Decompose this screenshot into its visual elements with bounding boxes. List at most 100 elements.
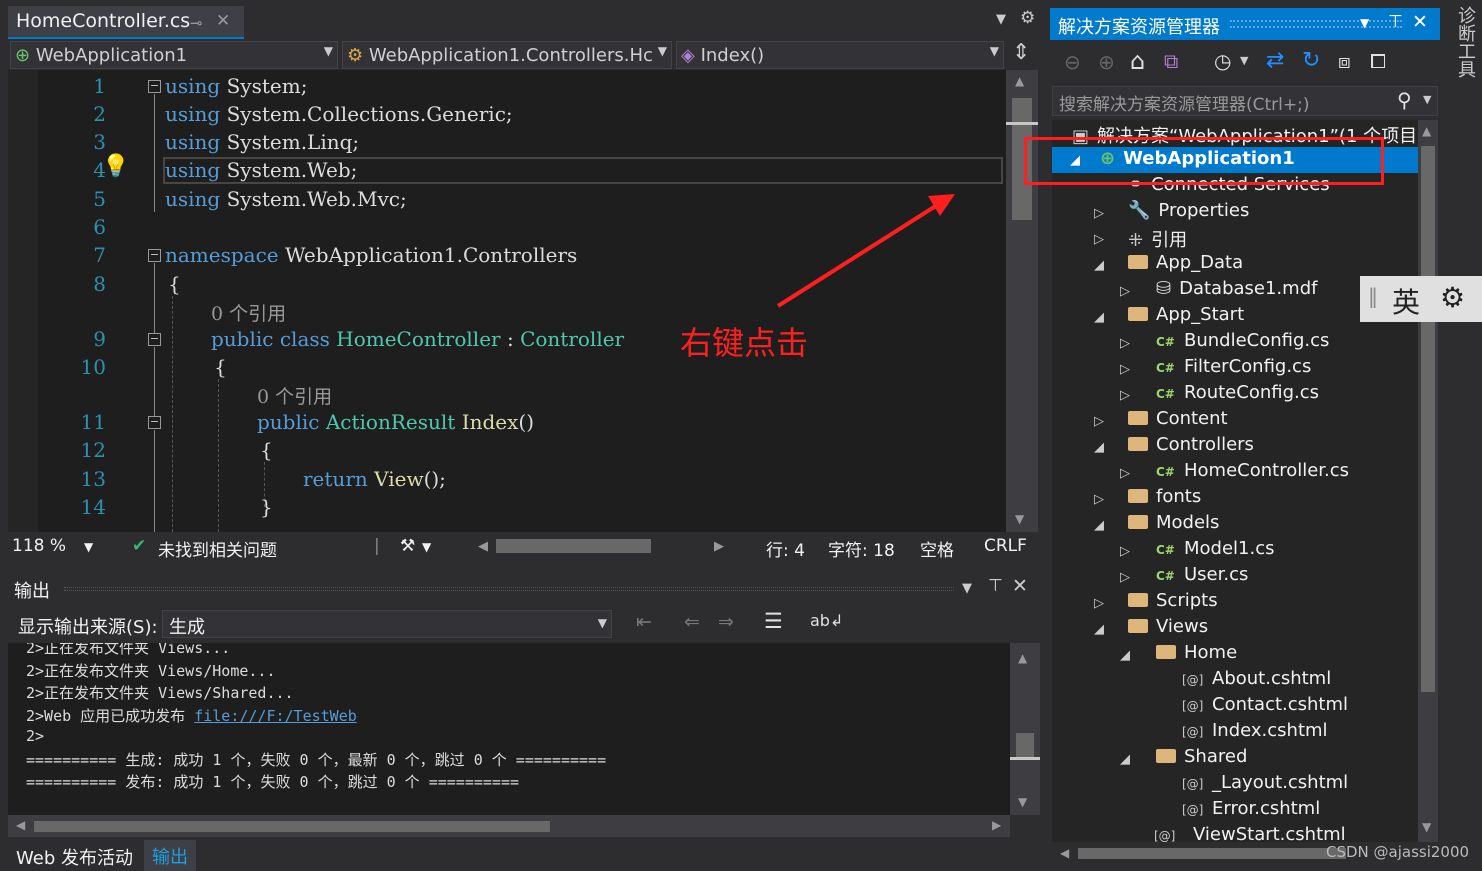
panel-dropdown-icon[interactable]: ▼: [962, 581, 972, 596]
issues-status[interactable]: 未找到相关问题: [158, 536, 277, 561]
split-editor-icon[interactable]: ⇕: [1012, 40, 1030, 65]
tree-references[interactable]: ⁜ 引用: [1128, 226, 1187, 252]
search-icon[interactable]: ⚲: [1397, 88, 1412, 112]
scrollbar-thumb[interactable]: [1078, 848, 1346, 859]
chevron-down-icon[interactable]: ▼: [1423, 93, 1431, 106]
collapsed-arrow-icon[interactable]: ▷: [1094, 596, 1104, 611]
solution-tree[interactable]: ▣ 解决方案“WebApplication1”(1 个项目 ◢ ⊕ WebAppli…: [1052, 120, 1418, 842]
settings-icon[interactable]: ⚙: [1020, 8, 1035, 28]
zoom-level[interactable]: 118 %: [12, 536, 66, 556]
pin-icon[interactable]: ⊸: [190, 14, 203, 32]
scroll-left-icon[interactable]: ◀: [16, 818, 25, 832]
goto-error-icon[interactable]: ⇤: [636, 611, 652, 633]
collapsed-arrow-icon[interactable]: ▷: [1094, 206, 1104, 221]
solution-vertical-scrollbar[interactable]: ▲ ▼: [1418, 120, 1438, 842]
scroll-right-icon[interactable]: ▶: [714, 539, 724, 554]
cleanup-brush-icon[interactable]: ⚒: [400, 536, 415, 556]
tree-routeconfig[interactable]: C# RouteConfig.cs: [1156, 382, 1319, 408]
pin-icon[interactable]: ⊤: [1388, 12, 1403, 32]
collapse-icon[interactable]: −: [148, 416, 161, 429]
collapsed-arrow-icon[interactable]: ▷: [1120, 466, 1130, 481]
member-dropdown[interactable]: ◈ Index() ▼: [676, 41, 1004, 69]
class-dropdown[interactable]: ⚙ WebApplication1.Controllers.Hc ▼: [342, 41, 672, 69]
scroll-up-icon[interactable]: ▲: [1015, 74, 1024, 88]
tree-controllers[interactable]: Controllers: [1128, 434, 1254, 460]
forward-icon[interactable]: ⊕: [1098, 50, 1115, 74]
scroll-down-icon[interactable]: ▼: [1018, 795, 1027, 809]
expanded-arrow-icon[interactable]: ◢: [1094, 310, 1104, 325]
tree-index[interactable]: [@] Index.cshtml: [1182, 720, 1328, 746]
scrollbar-thumb[interactable]: [1016, 733, 1034, 759]
word-wrap-icon[interactable]: ab↲: [810, 611, 843, 630]
line-indicator[interactable]: 行: 4: [766, 536, 805, 561]
reference-count[interactable]: 0 个引用: [257, 382, 332, 409]
tree-models[interactable]: Models: [1128, 512, 1219, 538]
indent-indicator[interactable]: 空格: [920, 536, 954, 561]
collapsed-arrow-icon[interactable]: ▷: [1120, 388, 1130, 403]
tree-scripts[interactable]: Scripts: [1128, 590, 1218, 616]
tree-properties[interactable]: 🔧 Properties: [1128, 200, 1249, 226]
tree-filterconfig[interactable]: C# FilterConfig.cs: [1156, 356, 1311, 382]
switch-views-icon[interactable]: ⧉: [1164, 49, 1178, 73]
refresh-icon[interactable]: ↻: [1302, 48, 1320, 73]
tree-viewstart[interactable]: [@] _ViewStart.cshtml: [1154, 824, 1346, 842]
pending-changes-icon[interactable]: ◷: [1214, 49, 1231, 73]
tree-app-data[interactable]: App_Data: [1128, 252, 1243, 278]
tree-views[interactable]: Views: [1128, 616, 1208, 642]
collapsed-arrow-icon[interactable]: ▷: [1120, 544, 1130, 559]
tree-views-shared[interactable]: Shared: [1156, 746, 1247, 772]
char-indicator[interactable]: 字符: 18: [828, 536, 895, 561]
collapsed-arrow-icon[interactable]: ▷: [1120, 362, 1130, 377]
solution-search-input[interactable]: 搜索解决方案资源管理器(Ctrl+;) ⚲ ▼: [1052, 86, 1438, 116]
output-text-area[interactable]: 2>正在发布文件夹 Views... 2>正在发布文件夹 Views/Home.…: [8, 643, 1010, 815]
expanded-arrow-icon[interactable]: ◢: [1094, 518, 1104, 533]
scroll-down-icon[interactable]: ▼: [1422, 820, 1431, 834]
tree-database1[interactable]: ⛁ Database1.mdf: [1156, 278, 1317, 304]
tab-web-publish[interactable]: Web 发布活动: [16, 844, 133, 870]
scrollbar-thumb[interactable]: [34, 821, 550, 832]
tree-homecontroller[interactable]: C# HomeController.cs: [1156, 460, 1349, 486]
scroll-up-icon[interactable]: ▲: [1422, 124, 1431, 138]
close-tab-icon[interactable]: ✕: [216, 11, 230, 31]
panel-dropdown-icon[interactable]: ▼: [1360, 16, 1369, 30]
tree-bundleconfig[interactable]: C# BundleConfig.cs: [1156, 330, 1329, 356]
back-icon[interactable]: ⊖: [1064, 50, 1081, 74]
expanded-arrow-icon[interactable]: ◢: [1120, 648, 1130, 663]
output-source-select[interactable]: 生成 ▼: [162, 610, 612, 638]
tree-layout[interactable]: [@] _Layout.cshtml: [1182, 772, 1348, 798]
tab-homecontroller[interactable]: HomeController.cs ⊸ ✕: [8, 6, 244, 39]
scroll-left-icon[interactable]: ◀: [478, 539, 488, 554]
scrollbar-thumb[interactable]: [1421, 146, 1435, 692]
scroll-up-icon[interactable]: ▲: [1018, 651, 1027, 665]
expanded-arrow-icon[interactable]: ◢: [1094, 440, 1104, 455]
previous-message-icon[interactable]: ⇐: [684, 611, 700, 633]
diagnostics-tools-tab[interactable]: 诊断工具: [1452, 6, 1478, 78]
scroll-right-icon[interactable]: ▶: [992, 818, 1001, 832]
next-message-icon[interactable]: ⇒: [718, 611, 734, 633]
sync-icon[interactable]: ⇄: [1266, 48, 1284, 73]
expanded-arrow-icon[interactable]: ◢: [1094, 258, 1104, 273]
scroll-down-icon[interactable]: ▼: [1015, 512, 1024, 526]
scroll-left-icon[interactable]: ◀: [1060, 846, 1069, 860]
horizontal-scroll-thumb[interactable]: [496, 539, 651, 553]
zoom-dropdown-icon[interactable]: ▼: [84, 540, 93, 554]
tree-fonts[interactable]: fonts: [1128, 486, 1201, 512]
show-all-files-icon[interactable]: ⧠: [1370, 49, 1386, 73]
tree-about[interactable]: [@] About.cshtml: [1182, 668, 1331, 694]
reference-count[interactable]: 0 个引用: [211, 299, 286, 326]
collapsed-arrow-icon[interactable]: ▷: [1094, 232, 1104, 247]
tree-views-home[interactable]: Home: [1156, 642, 1237, 668]
chevron-down-icon[interactable]: ▼: [1240, 54, 1248, 67]
chevron-down-icon[interactable]: ▼: [422, 540, 431, 554]
close-icon[interactable]: ✕: [1412, 11, 1428, 33]
tree-app-start[interactable]: App_Start: [1128, 304, 1244, 330]
collapsed-arrow-icon[interactable]: ▷: [1094, 492, 1104, 507]
output-vertical-scrollbar[interactable]: ▲ ▼: [1010, 643, 1040, 815]
clear-all-icon[interactable]: ☰: [764, 609, 783, 633]
collapse-icon[interactable]: −: [148, 249, 161, 262]
home-icon[interactable]: ⌂: [1130, 47, 1145, 75]
tab-dropdown-icon[interactable]: ▼: [996, 12, 1006, 27]
collapse-icon[interactable]: −: [148, 80, 161, 93]
eol-indicator[interactable]: CRLF: [984, 536, 1027, 556]
expanded-arrow-icon[interactable]: ◢: [1120, 752, 1130, 767]
